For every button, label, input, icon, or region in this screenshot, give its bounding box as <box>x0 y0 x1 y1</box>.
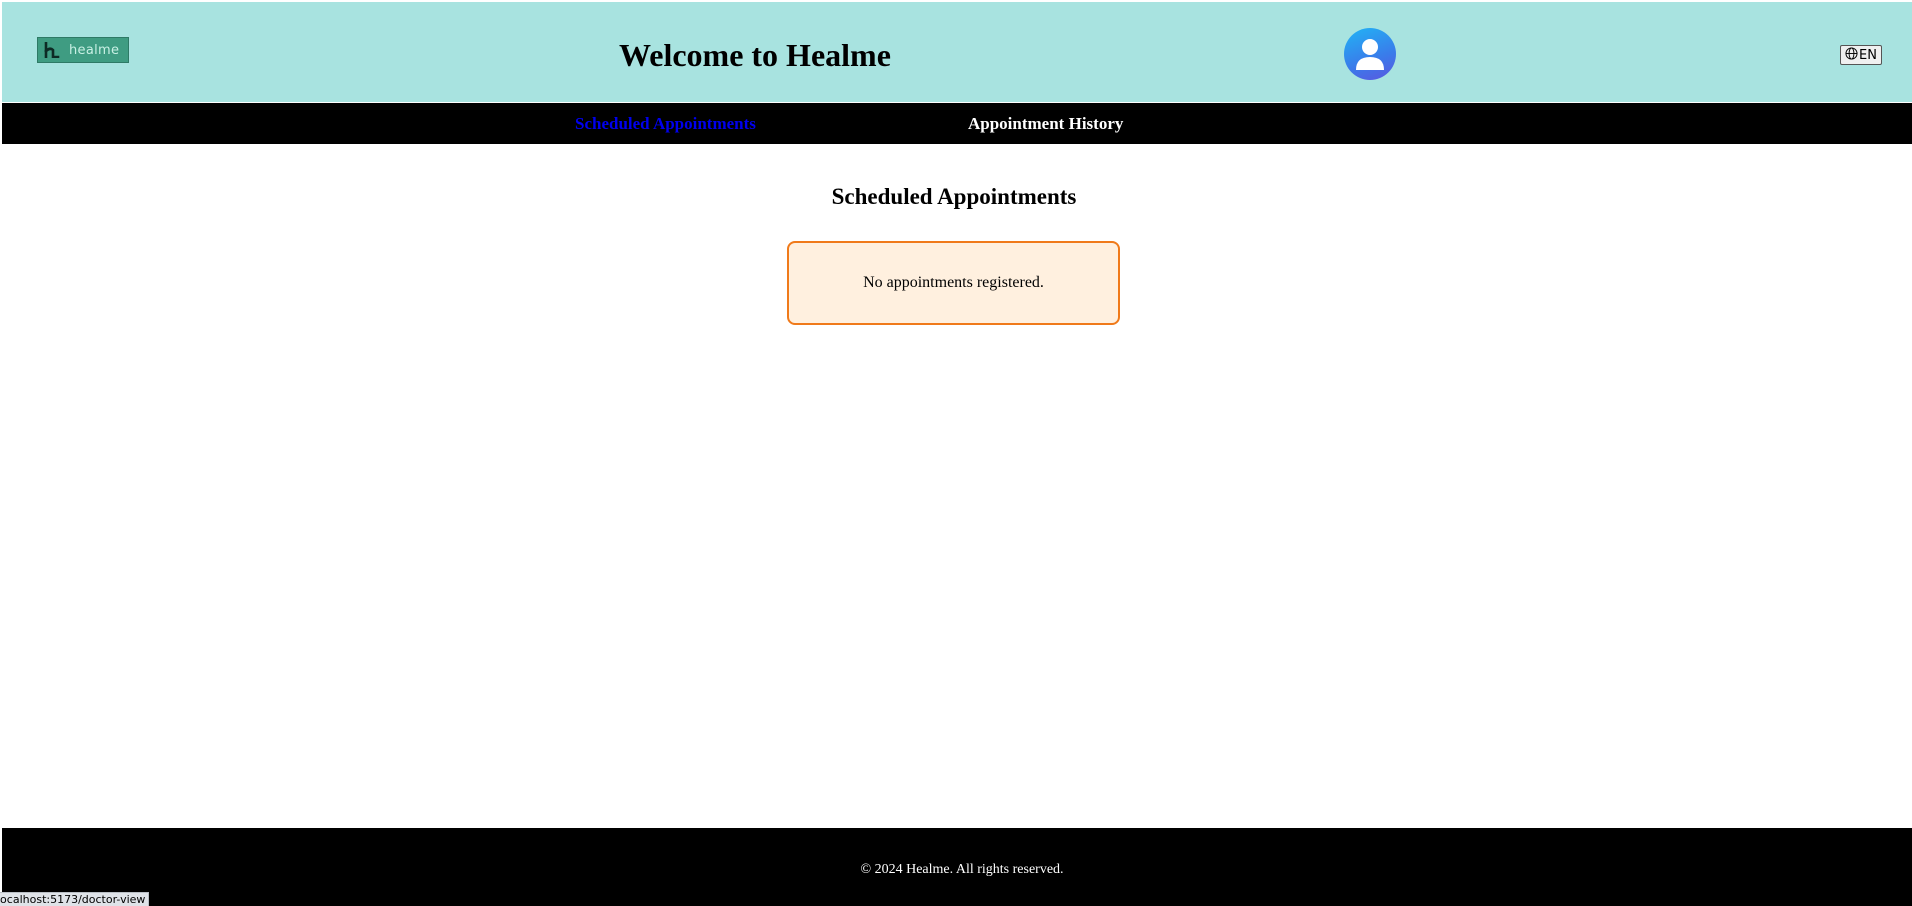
app-footer: © 2024 Healme. All rights reserved. <box>2 828 1912 906</box>
healme-logo-mark-icon <box>41 40 63 60</box>
healme-logo[interactable]: healme <box>37 37 129 63</box>
browser-status-url: localhost:5173/doctor-view <box>0 892 150 906</box>
nav-scheduled-appointments[interactable]: Scheduled Appointments <box>575 103 756 144</box>
app-header: healme Welcome to Healme EN <box>2 2 1912 102</box>
page: healme Welcome to Healme EN Scheduled Ap… <box>0 0 1912 906</box>
user-avatar-icon[interactable] <box>1344 28 1396 80</box>
main-nav: Scheduled Appointments Appointment Histo… <box>2 103 1912 144</box>
language-label: EN <box>1859 47 1877 63</box>
copyright-text: © 2024 Healme. All rights reserved. <box>860 862 1064 877</box>
empty-appointments-notice: No appointments registered. <box>787 241 1120 325</box>
empty-message: No appointments registered. <box>863 274 1044 291</box>
nav-appointment-history[interactable]: Appointment History <box>968 103 1123 144</box>
page-title: Welcome to Healme <box>619 37 891 73</box>
section-title: Scheduled Appointments <box>831 184 1077 209</box>
logo-text: healme <box>69 42 120 58</box>
globe-icon <box>1845 46 1858 64</box>
language-button[interactable]: EN <box>1840 45 1882 65</box>
